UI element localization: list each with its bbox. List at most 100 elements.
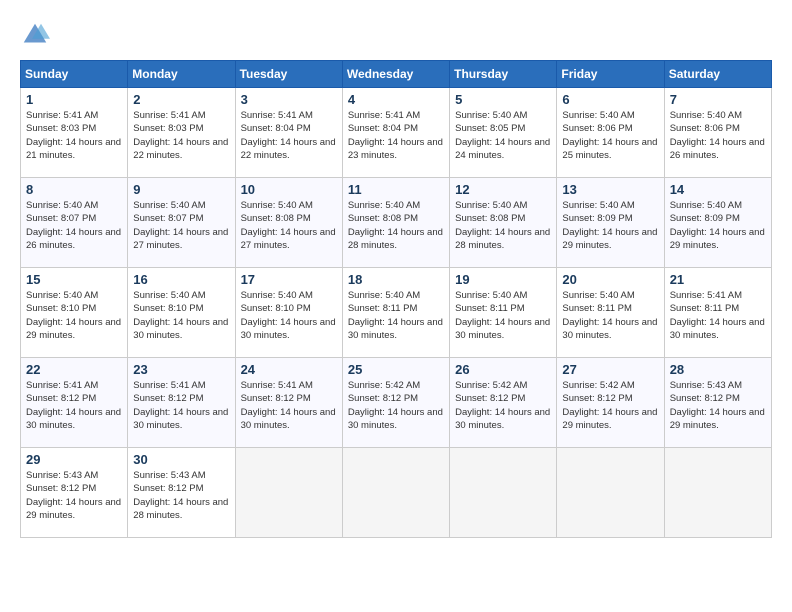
day-detail: Sunrise: 5:40 AMSunset: 8:05 PMDaylight:… [455,110,550,161]
day-detail: Sunrise: 5:43 AMSunset: 8:12 PMDaylight:… [26,470,121,521]
day-number: 22 [26,362,122,377]
week-row-2: 8 Sunrise: 5:40 AMSunset: 8:07 PMDayligh… [21,178,772,268]
day-detail: Sunrise: 5:41 AMSunset: 8:12 PMDaylight:… [241,380,336,431]
calendar: SundayMondayTuesdayWednesdayThursdayFrid… [20,60,772,538]
day-cell-23: 23 Sunrise: 5:41 AMSunset: 8:12 PMDaylig… [128,358,235,448]
day-cell-10: 10 Sunrise: 5:40 AMSunset: 8:08 PMDaylig… [235,178,342,268]
day-cell-16: 16 Sunrise: 5:40 AMSunset: 8:10 PMDaylig… [128,268,235,358]
day-cell-9: 9 Sunrise: 5:40 AMSunset: 8:07 PMDayligh… [128,178,235,268]
day-detail: Sunrise: 5:40 AMSunset: 8:11 PMDaylight:… [562,290,657,341]
day-number: 14 [670,182,766,197]
calendar-body: 1 Sunrise: 5:41 AMSunset: 8:03 PMDayligh… [21,88,772,538]
day-detail: Sunrise: 5:41 AMSunset: 8:03 PMDaylight:… [133,110,228,161]
week-row-5: 29 Sunrise: 5:43 AMSunset: 8:12 PMDaylig… [21,448,772,538]
day-cell-8: 8 Sunrise: 5:40 AMSunset: 8:07 PMDayligh… [21,178,128,268]
weekday-wednesday: Wednesday [342,61,449,88]
day-number: 30 [133,452,229,467]
day-number: 18 [348,272,444,287]
day-number: 8 [26,182,122,197]
day-cell-7: 7 Sunrise: 5:40 AMSunset: 8:06 PMDayligh… [664,88,771,178]
day-detail: Sunrise: 5:40 AMSunset: 8:09 PMDaylight:… [670,200,765,251]
day-number: 13 [562,182,658,197]
day-number: 11 [348,182,444,197]
day-detail: Sunrise: 5:40 AMSunset: 8:10 PMDaylight:… [133,290,228,341]
weekday-monday: Monday [128,61,235,88]
day-number: 16 [133,272,229,287]
day-cell-24: 24 Sunrise: 5:41 AMSunset: 8:12 PMDaylig… [235,358,342,448]
day-cell-20: 20 Sunrise: 5:40 AMSunset: 8:11 PMDaylig… [557,268,664,358]
day-detail: Sunrise: 5:42 AMSunset: 8:12 PMDaylight:… [348,380,443,431]
day-detail: Sunrise: 5:40 AMSunset: 8:07 PMDaylight:… [26,200,121,251]
weekday-header-row: SundayMondayTuesdayWednesdayThursdayFrid… [21,61,772,88]
day-cell-15: 15 Sunrise: 5:40 AMSunset: 8:10 PMDaylig… [21,268,128,358]
week-row-1: 1 Sunrise: 5:41 AMSunset: 8:03 PMDayligh… [21,88,772,178]
day-number: 25 [348,362,444,377]
day-number: 2 [133,92,229,107]
logo-icon [20,20,50,50]
day-cell-30: 30 Sunrise: 5:43 AMSunset: 8:12 PMDaylig… [128,448,235,538]
day-cell-25: 25 Sunrise: 5:42 AMSunset: 8:12 PMDaylig… [342,358,449,448]
page-header [20,20,772,50]
day-cell-28: 28 Sunrise: 5:43 AMSunset: 8:12 PMDaylig… [664,358,771,448]
day-cell-27: 27 Sunrise: 5:42 AMSunset: 8:12 PMDaylig… [557,358,664,448]
day-detail: Sunrise: 5:40 AMSunset: 8:07 PMDaylight:… [133,200,228,251]
day-number: 1 [26,92,122,107]
day-cell-29: 29 Sunrise: 5:43 AMSunset: 8:12 PMDaylig… [21,448,128,538]
day-number: 20 [562,272,658,287]
day-detail: Sunrise: 5:40 AMSunset: 8:06 PMDaylight:… [670,110,765,161]
day-detail: Sunrise: 5:40 AMSunset: 8:11 PMDaylight:… [348,290,443,341]
day-number: 12 [455,182,551,197]
day-number: 23 [133,362,229,377]
day-detail: Sunrise: 5:41 AMSunset: 8:04 PMDaylight:… [241,110,336,161]
weekday-saturday: Saturday [664,61,771,88]
day-detail: Sunrise: 5:41 AMSunset: 8:04 PMDaylight:… [348,110,443,161]
day-number: 29 [26,452,122,467]
day-cell-14: 14 Sunrise: 5:40 AMSunset: 8:09 PMDaylig… [664,178,771,268]
day-detail: Sunrise: 5:40 AMSunset: 8:09 PMDaylight:… [562,200,657,251]
logo [20,20,54,50]
day-number: 19 [455,272,551,287]
day-cell-13: 13 Sunrise: 5:40 AMSunset: 8:09 PMDaylig… [557,178,664,268]
day-detail: Sunrise: 5:41 AMSunset: 8:12 PMDaylight:… [26,380,121,431]
day-number: 5 [455,92,551,107]
day-cell-6: 6 Sunrise: 5:40 AMSunset: 8:06 PMDayligh… [557,88,664,178]
day-number: 15 [26,272,122,287]
empty-cell [235,448,342,538]
day-detail: Sunrise: 5:41 AMSunset: 8:03 PMDaylight:… [26,110,121,161]
day-cell-19: 19 Sunrise: 5:40 AMSunset: 8:11 PMDaylig… [450,268,557,358]
week-row-3: 15 Sunrise: 5:40 AMSunset: 8:10 PMDaylig… [21,268,772,358]
weekday-sunday: Sunday [21,61,128,88]
day-detail: Sunrise: 5:40 AMSunset: 8:08 PMDaylight:… [241,200,336,251]
empty-cell [557,448,664,538]
empty-cell [342,448,449,538]
day-detail: Sunrise: 5:40 AMSunset: 8:08 PMDaylight:… [455,200,550,251]
day-detail: Sunrise: 5:41 AMSunset: 8:11 PMDaylight:… [670,290,765,341]
day-number: 27 [562,362,658,377]
weekday-tuesday: Tuesday [235,61,342,88]
day-detail: Sunrise: 5:40 AMSunset: 8:08 PMDaylight:… [348,200,443,251]
day-number: 6 [562,92,658,107]
day-detail: Sunrise: 5:40 AMSunset: 8:06 PMDaylight:… [562,110,657,161]
weekday-friday: Friday [557,61,664,88]
weekday-thursday: Thursday [450,61,557,88]
day-cell-4: 4 Sunrise: 5:41 AMSunset: 8:04 PMDayligh… [342,88,449,178]
day-number: 26 [455,362,551,377]
day-cell-11: 11 Sunrise: 5:40 AMSunset: 8:08 PMDaylig… [342,178,449,268]
day-cell-5: 5 Sunrise: 5:40 AMSunset: 8:05 PMDayligh… [450,88,557,178]
day-detail: Sunrise: 5:41 AMSunset: 8:12 PMDaylight:… [133,380,228,431]
day-cell-18: 18 Sunrise: 5:40 AMSunset: 8:11 PMDaylig… [342,268,449,358]
day-detail: Sunrise: 5:42 AMSunset: 8:12 PMDaylight:… [455,380,550,431]
day-cell-21: 21 Sunrise: 5:41 AMSunset: 8:11 PMDaylig… [664,268,771,358]
day-cell-12: 12 Sunrise: 5:40 AMSunset: 8:08 PMDaylig… [450,178,557,268]
day-detail: Sunrise: 5:43 AMSunset: 8:12 PMDaylight:… [670,380,765,431]
day-detail: Sunrise: 5:40 AMSunset: 8:11 PMDaylight:… [455,290,550,341]
day-detail: Sunrise: 5:43 AMSunset: 8:12 PMDaylight:… [133,470,228,521]
empty-cell [450,448,557,538]
day-number: 10 [241,182,337,197]
day-cell-1: 1 Sunrise: 5:41 AMSunset: 8:03 PMDayligh… [21,88,128,178]
day-detail: Sunrise: 5:42 AMSunset: 8:12 PMDaylight:… [562,380,657,431]
day-cell-17: 17 Sunrise: 5:40 AMSunset: 8:10 PMDaylig… [235,268,342,358]
day-number: 9 [133,182,229,197]
day-number: 7 [670,92,766,107]
day-cell-26: 26 Sunrise: 5:42 AMSunset: 8:12 PMDaylig… [450,358,557,448]
